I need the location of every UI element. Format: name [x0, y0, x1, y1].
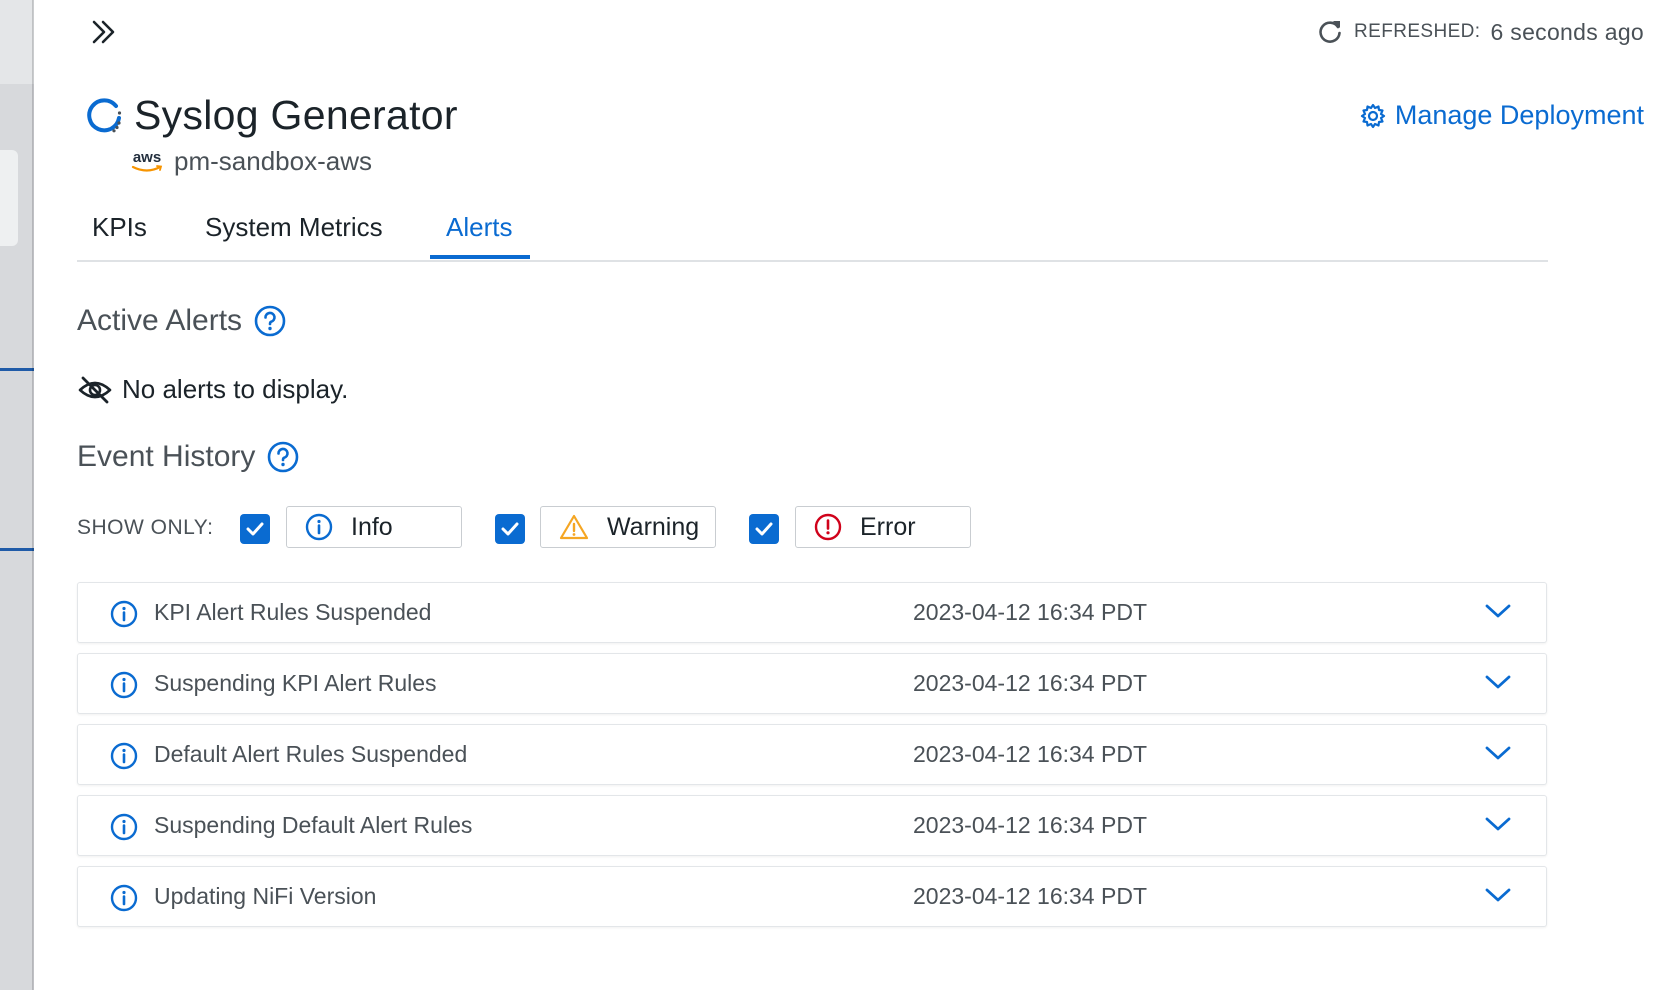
deployment-title-row: Syslog Generator: [84, 92, 458, 139]
active-tab-indicator: [430, 255, 530, 259]
event-row[interactable]: KPI Alert Rules Suspended 2023-04-12 16:…: [77, 582, 1547, 643]
info-filter-label: Info: [351, 512, 393, 541]
checkmark-icon: [755, 522, 773, 536]
refresh-status: REFRESHED: 6 seconds ago: [1316, 18, 1644, 46]
event-history-title: Event History: [77, 440, 256, 473]
active-alerts-heading: Active Alerts: [77, 304, 286, 338]
chevron-down-icon[interactable]: [1484, 601, 1512, 621]
info-icon: [110, 600, 138, 628]
checkmark-icon: [501, 522, 519, 536]
event-timestamp: 2023-04-12 16:34 PDT: [913, 883, 1147, 909]
no-alerts-message: No alerts to display.: [78, 374, 348, 405]
info-icon: [110, 813, 138, 841]
deployment-title: Syslog Generator: [134, 92, 458, 138]
chevron-down-icon[interactable]: [1484, 814, 1512, 834]
event-timestamp: 2023-04-12 16:34 PDT: [913, 670, 1147, 696]
event-title: Suspending Default Alert Rules: [154, 812, 473, 838]
event-row[interactable]: Default Alert Rules Suspended 2023-04-12…: [77, 724, 1547, 785]
warning-filter-label: Warning: [607, 512, 700, 541]
warning-filter-chip[interactable]: Warning: [540, 506, 716, 548]
event-row[interactable]: Updating NiFi Version 2023-04-12 16:34 P…: [77, 866, 1547, 927]
warning-filter-checkbox[interactable]: [495, 514, 525, 544]
info-filter-checkbox[interactable]: [240, 514, 270, 544]
event-row[interactable]: Suspending KPI Alert Rules 2023-04-12 16…: [77, 653, 1547, 714]
info-icon: [110, 884, 138, 912]
event-timestamp: 2023-04-12 16:34 PDT: [913, 599, 1147, 625]
double-chevron-right-icon: [92, 20, 115, 44]
checkmark-icon: [246, 522, 264, 536]
tab-system-metrics[interactable]: System Metrics: [205, 212, 383, 243]
event-title: Default Alert Rules Suspended: [154, 741, 468, 767]
show-only-label: SHOW ONLY:: [77, 516, 214, 539]
error-filter-checkbox[interactable]: [749, 514, 779, 544]
event-title: Suspending KPI Alert Rules: [154, 670, 437, 696]
chevron-down-icon[interactable]: [1484, 672, 1512, 692]
error-icon: [814, 513, 842, 541]
refresh-icon[interactable]: [1316, 18, 1344, 46]
background-active-marker: [0, 368, 34, 371]
refreshed-label: REFRESHED:: [1354, 21, 1481, 42]
environment-name: pm-sandbox-aws: [174, 146, 372, 176]
no-alerts-text: No alerts to display.: [122, 374, 349, 404]
background-active-marker: [0, 548, 34, 551]
deployment-details-panel: REFRESHED: 6 seconds ago Syslog Generato…: [34, 0, 1676, 990]
chevron-down-icon[interactable]: [1484, 743, 1512, 763]
manage-deployment-link[interactable]: Manage Deployment: [1359, 100, 1644, 131]
event-history-heading: Event History: [77, 440, 299, 474]
aws-logo-icon: aws: [130, 150, 164, 173]
tab-bar: KPIs System Metrics Alerts: [77, 204, 1548, 262]
collapse-panel-button[interactable]: [86, 14, 122, 50]
background-app-strip: [0, 0, 34, 990]
info-icon: [110, 671, 138, 699]
help-icon[interactable]: [267, 441, 299, 473]
event-timestamp: 2023-04-12 16:34 PDT: [913, 741, 1147, 767]
event-title: KPI Alert Rules Suspended: [154, 599, 432, 625]
warning-icon: [559, 514, 589, 540]
deployment-environment: aws pm-sandbox-aws: [130, 146, 372, 177]
event-row[interactable]: Suspending Default Alert Rules 2023-04-1…: [77, 795, 1547, 856]
error-filter-label: Error: [860, 512, 916, 541]
background-card: [0, 150, 18, 246]
tab-alerts[interactable]: Alerts: [446, 212, 512, 243]
eye-off-icon: [78, 376, 112, 403]
event-timestamp: 2023-04-12 16:34 PDT: [913, 812, 1147, 838]
chevron-down-icon[interactable]: [1484, 885, 1512, 905]
tab-kpis[interactable]: KPIs: [92, 212, 147, 243]
background-header-block: [0, 0, 34, 84]
event-title: Updating NiFi Version: [154, 883, 377, 909]
info-icon: [110, 742, 138, 770]
info-filter-chip[interactable]: Info: [286, 506, 462, 548]
help-icon[interactable]: [254, 305, 286, 337]
refreshed-value: 6 seconds ago: [1490, 18, 1644, 45]
manage-deployment-label: Manage Deployment: [1394, 100, 1644, 130]
gear-icon: [1360, 103, 1385, 128]
error-filter-chip[interactable]: Error: [795, 506, 971, 548]
active-alerts-title: Active Alerts: [77, 304, 243, 337]
loading-spinner-icon: [87, 97, 122, 132]
info-icon: [305, 513, 333, 541]
